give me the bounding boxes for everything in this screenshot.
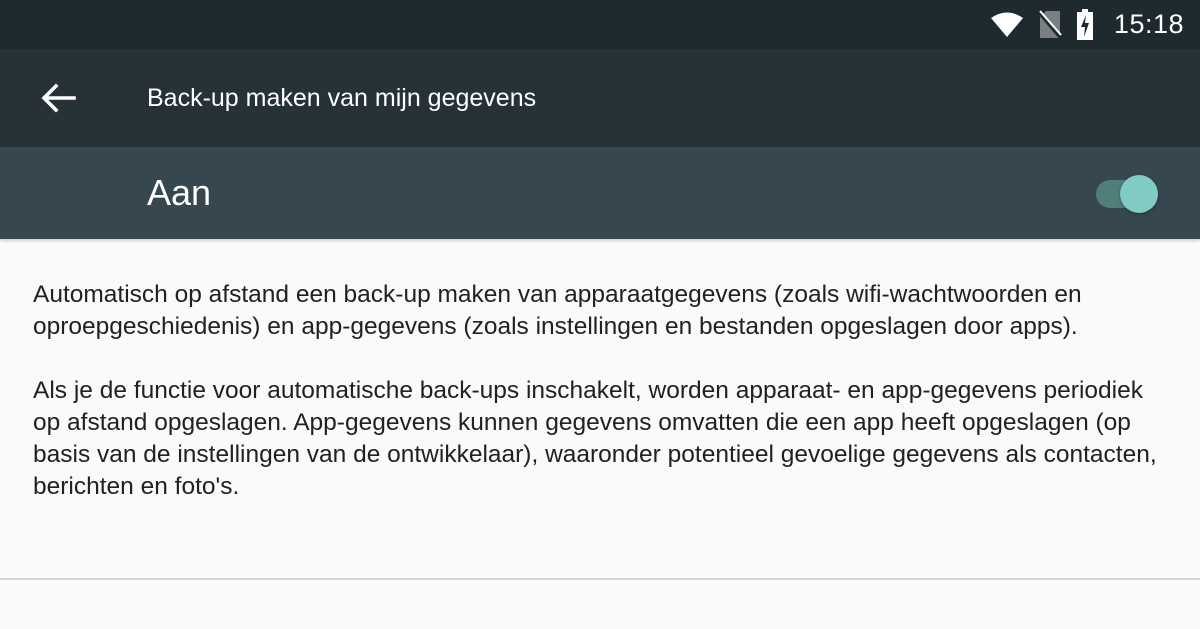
- description-paragraph: Automatisch op afstand een back-up maken…: [33, 281, 1082, 340]
- page-title: Back-up maken van mijn gegevens: [147, 83, 537, 112]
- wifi-icon: [990, 12, 1024, 38]
- toolbar: Back-up maken van mijn gegevens: [0, 49, 1200, 147]
- status-bar: 15:18: [0, 0, 1200, 49]
- arrow-back-icon: [41, 83, 76, 113]
- battery-charging-icon: [1076, 8, 1094, 41]
- back-button[interactable]: [30, 76, 86, 120]
- master-switch-label: Aan: [147, 172, 212, 213]
- divider: [0, 578, 1200, 580]
- status-time: 15:18: [1113, 9, 1184, 39]
- toggle-thumb: [1120, 175, 1158, 213]
- no-sim-icon: [1037, 9, 1062, 40]
- backup-toggle[interactable]: [1094, 170, 1164, 216]
- description-section: Automatisch op afstand een back-up maken…: [0, 239, 1200, 579]
- description-paragraph: Als je de functie voor automatische back…: [33, 377, 1157, 500]
- master-switch-bar[interactable]: Aan: [0, 147, 1200, 239]
